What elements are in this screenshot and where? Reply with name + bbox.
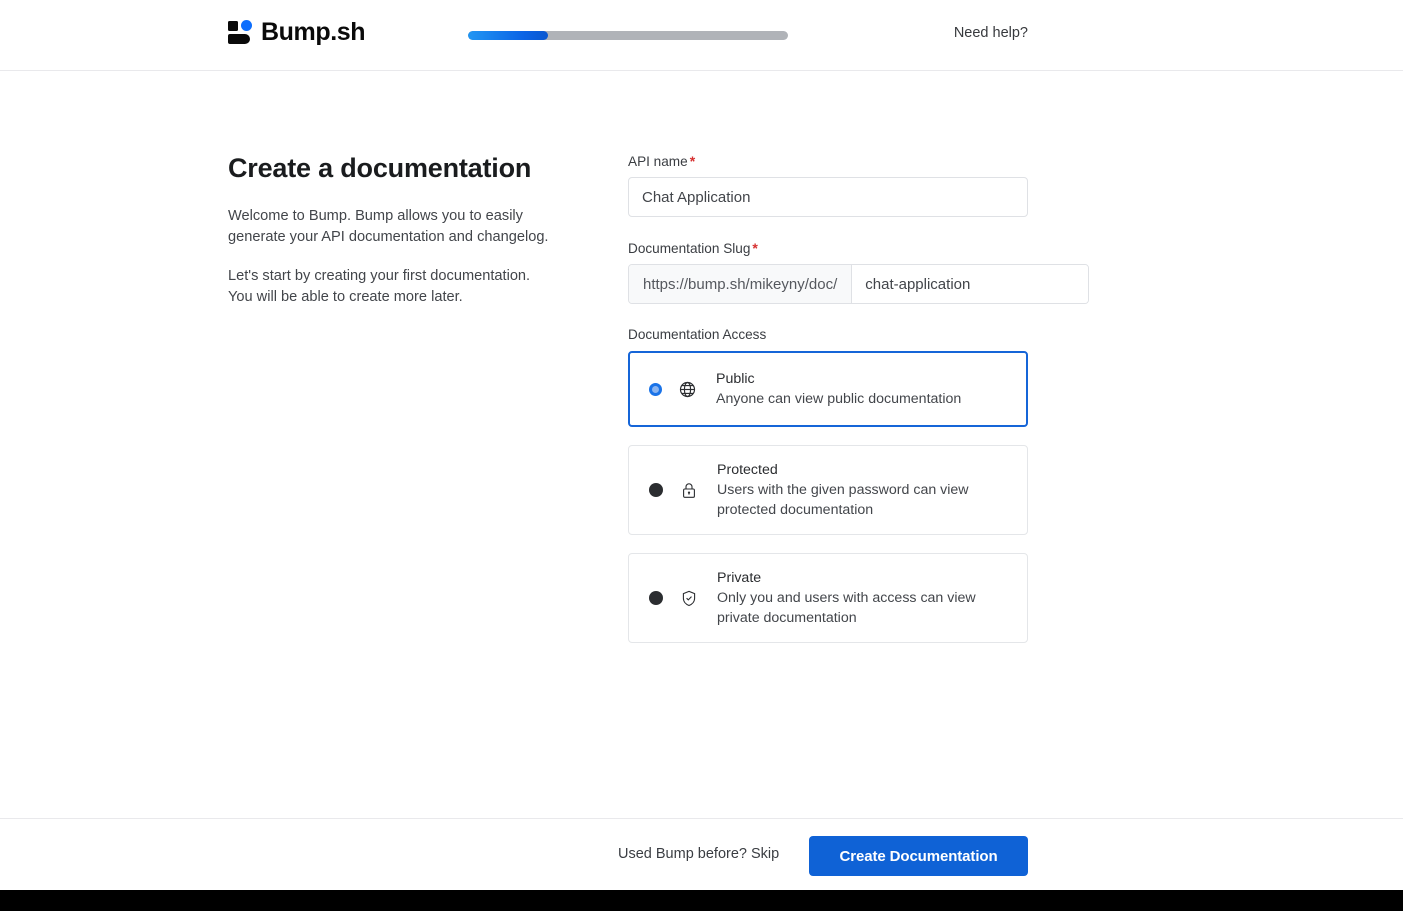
onboarding-page: Bump.sh Need help? Create a documentatio… xyxy=(0,0,1403,911)
slug-input-group: https://bump.sh/mikeyny/doc/ xyxy=(628,264,1089,304)
page-title: Create a documentation xyxy=(228,153,558,184)
bump-logo-icon xyxy=(228,19,252,46)
api-name-input[interactable] xyxy=(628,177,1028,217)
shield-check-icon xyxy=(680,590,697,607)
create-documentation-button[interactable]: Create Documentation xyxy=(809,836,1028,876)
progress-fill xyxy=(468,31,548,40)
bottom-black-bar xyxy=(0,890,1403,911)
intro-paragraph-2: Let's start by creating your first docum… xyxy=(228,266,558,308)
intro-paragraph-1: Welcome to Bump. Bump allows you to easi… xyxy=(228,206,558,248)
access-option-description: Only you and users with access can view … xyxy=(717,590,976,626)
slug-prefix: https://bump.sh/mikeyny/doc/ xyxy=(629,265,852,303)
access-option-title: Public xyxy=(716,371,755,387)
access-option-text: Private Only you and users with access c… xyxy=(717,568,1011,628)
required-marker: * xyxy=(690,153,695,169)
access-option-protected[interactable]: Protected Users with the given password … xyxy=(628,445,1028,535)
documentation-access-label: Documentation Access xyxy=(628,327,1098,342)
brand-name: Bump.sh xyxy=(261,20,365,45)
skip-link[interactable]: Used Bump before? Skip xyxy=(618,846,779,862)
access-option-title: Private xyxy=(717,570,761,586)
api-name-field-group: API name* xyxy=(628,153,1098,217)
radio-public[interactable] xyxy=(649,383,662,396)
onboarding-progress-bar xyxy=(468,31,788,40)
access-option-text: Public Anyone can view public documentat… xyxy=(716,369,1011,409)
access-option-public[interactable]: Public Anyone can view public documentat… xyxy=(628,351,1028,427)
access-option-private[interactable]: Private Only you and users with access c… xyxy=(628,553,1028,643)
documentation-access-group: Documentation Access Pub xyxy=(628,327,1098,643)
page-header: Bump.sh Need help? xyxy=(0,0,1403,71)
access-option-text: Protected Users with the given password … xyxy=(717,460,1011,520)
slug-input[interactable] xyxy=(852,265,1088,303)
api-name-label: API name* xyxy=(628,153,1098,169)
page-footer: Used Bump before? Skip Create Documentat… xyxy=(0,818,1403,890)
slug-field-group: Documentation Slug* https://bump.sh/mike… xyxy=(628,240,1098,304)
required-marker: * xyxy=(752,240,757,256)
page-main: Create a documentation Welcome to Bump. … xyxy=(0,71,1403,818)
footer-actions: Used Bump before? Skip Create Documentat… xyxy=(0,819,1403,890)
access-option-description: Anyone can view public documentation xyxy=(716,391,961,407)
slug-label-text: Documentation Slug xyxy=(628,241,750,256)
lock-icon xyxy=(680,482,697,499)
radio-private[interactable] xyxy=(649,591,663,605)
slug-label: Documentation Slug* xyxy=(628,240,1098,256)
brand-logo[interactable]: Bump.sh xyxy=(228,19,365,46)
globe-icon xyxy=(679,381,696,398)
documentation-form: API name* Documentation Slug* https://bu… xyxy=(628,153,1098,661)
need-help-link[interactable]: Need help? xyxy=(954,25,1028,41)
radio-protected[interactable] xyxy=(649,483,663,497)
access-option-description: Users with the given password can view p… xyxy=(717,482,969,518)
access-option-title: Protected xyxy=(717,462,778,478)
api-name-label-text: API name xyxy=(628,154,688,169)
intro-column: Create a documentation Welcome to Bump. … xyxy=(228,153,558,308)
